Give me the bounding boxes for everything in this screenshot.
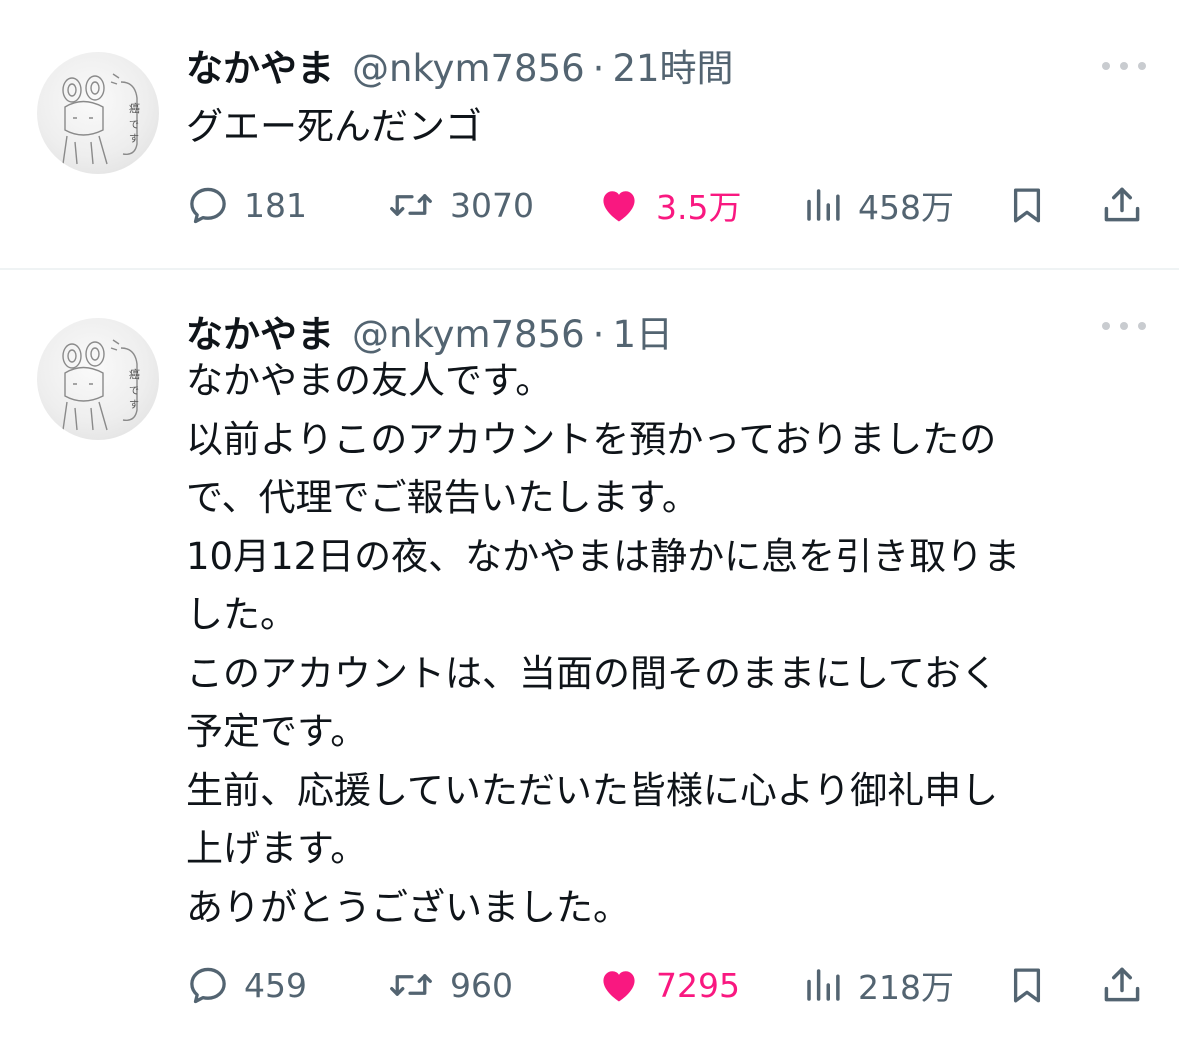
share-button[interactable] (1100, 180, 1144, 230)
heart-filled-icon (603, 191, 635, 222)
tweet-text: なかやまの友人です。 以前よりこのアカウントを預かっておりましたの で、代理でご… (186, 359, 1021, 929)
bookmark-button[interactable] (1006, 960, 1048, 1010)
svg-text:で: で (129, 386, 139, 397)
timestamp[interactable]: 21時間 (612, 38, 733, 92)
views-count: 218万 (858, 968, 954, 1007)
bookmark-icon (1013, 968, 1041, 1003)
svg-text:で: で (129, 120, 139, 131)
tweet-header: なかやま @nkym7856 · 1日 (186, 304, 673, 356)
separator-dot: · (592, 47, 605, 90)
share-upload-icon (1104, 967, 1140, 1002)
svg-text:癌: 癌 (129, 367, 140, 381)
retweet-count: 3070 (450, 185, 534, 225)
svg-text:す: す (129, 133, 139, 145)
bar-chart-icon (807, 969, 840, 1001)
reply-count: 459 (244, 965, 307, 1005)
tweet[interactable]: 癌 で す なかやま @nkym7856 · 1日 なかやまの友人です。 以前よ… (0, 270, 1179, 1047)
user-handle[interactable]: @nkym7856 (352, 313, 585, 356)
user-handle[interactable]: @nkym7856 (352, 47, 585, 90)
avatar[interactable]: 癌 で す (37, 318, 159, 440)
bookmark-button[interactable] (1006, 180, 1048, 230)
action-bar: 459 960 7295 218万 (186, 960, 1148, 1010)
speech-bubble-icon (190, 967, 226, 1004)
display-name[interactable]: なかやま (186, 304, 334, 358)
retweet-button[interactable]: 3070 (386, 180, 534, 230)
retweet-arrows-icon (390, 194, 432, 216)
svg-text:す: す (129, 399, 139, 411)
more-options-icon[interactable] (1102, 316, 1146, 336)
bar-chart-icon (807, 189, 840, 221)
timestamp[interactable]: 1日 (612, 304, 673, 358)
more-options-icon[interactable] (1102, 56, 1146, 76)
retweet-arrows-icon (390, 974, 432, 996)
reply-button[interactable]: 181 (186, 180, 307, 230)
views-count: 458万 (858, 188, 954, 227)
heart-filled-icon (603, 971, 635, 1002)
like-button[interactable]: 3.5万 (596, 180, 741, 230)
views-button[interactable]: 218万 (802, 960, 954, 1010)
tweet[interactable]: 癌 で す なかやま @nkym7856 · 21時間 グエー死んだンゴ 181… (0, 0, 1179, 268)
reply-button[interactable]: 459 (186, 960, 307, 1010)
like-count: 7295 (656, 965, 740, 1005)
bookmark-icon (1013, 188, 1041, 223)
views-button[interactable]: 458万 (802, 180, 954, 230)
tweet-header: なかやま @nkym7856 · 21時間 (186, 38, 734, 90)
like-button[interactable]: 7295 (596, 960, 740, 1010)
display-name[interactable]: なかやま (186, 38, 334, 92)
speech-bubble-icon (190, 187, 226, 224)
retweet-button[interactable]: 960 (386, 960, 513, 1010)
like-count: 3.5万 (656, 188, 742, 227)
avatar[interactable]: 癌 で す (37, 52, 159, 174)
retweet-count: 960 (450, 965, 513, 1005)
share-upload-icon (1104, 187, 1140, 222)
share-button[interactable] (1100, 960, 1144, 1010)
tweet-text: グエー死んだンゴ (186, 105, 482, 148)
svg-text:癌: 癌 (129, 101, 140, 115)
reply-count: 181 (244, 185, 307, 225)
separator-dot: · (592, 313, 605, 356)
action-bar: 181 3070 3.5万 458万 (186, 180, 1148, 230)
